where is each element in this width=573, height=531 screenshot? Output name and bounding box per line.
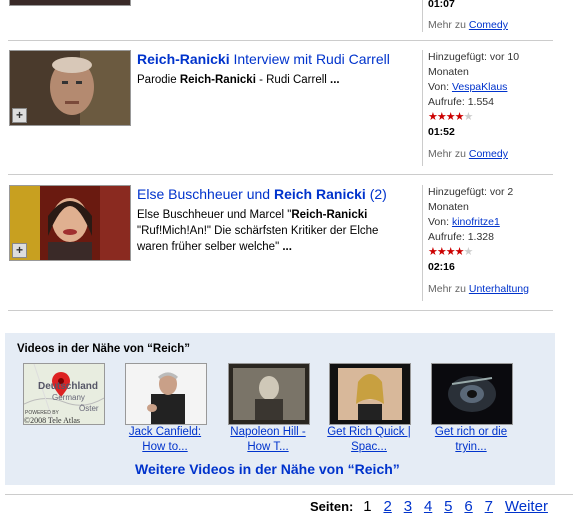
rating-stars: ★★★★★ [428, 111, 473, 123]
nearby-video-thumbnail[interactable] [125, 363, 207, 425]
divider [8, 310, 553, 311]
map-label: ©2008 Tele Atlas [24, 416, 81, 425]
video-meta: Hinzugefügt: vor 10 Monaten Von: VespaKl… [422, 50, 558, 166]
more-nearby-videos-link[interactable]: Weitere Videos in der Nähe von “Reich” [135, 461, 400, 477]
video-title-link[interactable]: Else Buschheuer und Reich Ranicki (2) [137, 186, 387, 202]
nearby-video-link[interactable]: Get Rich Quick | Spac... [324, 425, 414, 455]
map-label: Deutschland [38, 381, 99, 392]
video-thumbnail[interactable]: + [9, 185, 131, 261]
video-meta: Hinzugefügt: vor 2 Monaten Von: kinofrit… [422, 185, 558, 301]
rating-stars: ★★★★★ [428, 246, 473, 258]
video-duration: 01:52 [428, 126, 455, 138]
page-current: 1 [363, 498, 372, 515]
add-to-quicklist-icon[interactable]: + [12, 243, 27, 258]
next-page-link[interactable]: Weiter [505, 498, 548, 515]
nearby-video-thumbnail[interactable] [431, 363, 513, 425]
nearby-video-thumbnail[interactable] [228, 363, 310, 425]
nearby-video-link[interactable]: Get rich or die tryin... [426, 425, 516, 455]
thumbnail-image [229, 364, 309, 424]
prev-duration: 01:07 [428, 0, 455, 10]
page-link[interactable]: 3 [404, 498, 412, 515]
map-label: Germany [52, 393, 85, 402]
nearby-video-link[interactable]: Napoleon Hill - How T... [223, 425, 313, 455]
thumbnail-image [330, 364, 410, 424]
divider [8, 174, 553, 175]
thumbnail-image [10, 51, 130, 125]
page-link[interactable]: 4 [424, 498, 432, 515]
uploader-link[interactable]: VespaKlaus [452, 81, 507, 93]
thumbnail-image [126, 364, 206, 424]
divider [5, 494, 573, 495]
page-link[interactable]: 2 [383, 498, 391, 515]
page-link[interactable]: 5 [444, 498, 452, 515]
divider [8, 40, 553, 41]
page-link[interactable]: 7 [485, 498, 493, 515]
video-description: Parodie Reich-Ranicki - Rudi Carrell ... [137, 74, 340, 86]
prev-meta: 01:07 Mehr zu Comedy [422, 0, 558, 32]
video-duration: 02:16 [428, 261, 455, 273]
add-to-quicklist-icon[interactable]: + [12, 108, 27, 123]
page-link[interactable]: 6 [464, 498, 472, 515]
nearby-videos-panel: Videos in der Nähe von “Reich” Deutschla… [5, 333, 555, 485]
thumbnail-image [10, 186, 130, 260]
map-thumbnail[interactable]: Deutschland Germany Öster POWERED BY ©20… [23, 363, 105, 425]
video-title-link[interactable]: Reich-Ranicki Interview mit Rudi Carrell [137, 51, 390, 67]
video-thumbnail[interactable]: + [9, 50, 131, 126]
prev-thumbnail[interactable] [9, 0, 131, 6]
nearby-video-thumbnail[interactable] [329, 363, 411, 425]
pagination-label: Seiten: [310, 499, 354, 514]
video-description: Else Buschheuer und Marcel "Reich-Ranick… [137, 209, 379, 253]
nearby-heading: Videos in der Nähe von “Reich” [17, 343, 190, 355]
thumbnail-image [432, 364, 512, 424]
uploader-link[interactable]: kinofritze1 [452, 216, 500, 228]
map-label: Öster [79, 404, 99, 413]
category-link[interactable]: Unterhaltung [469, 283, 529, 295]
prev-category-link[interactable]: Comedy [469, 19, 508, 31]
category-link[interactable]: Comedy [469, 148, 508, 160]
nearby-video-link[interactable]: Jack Canfield: How to... [120, 425, 210, 455]
pagination: Seiten: 1 2 3 4 5 6 7 Weiter [310, 498, 556, 515]
prev-more-prefix: Mehr zu [428, 19, 466, 31]
